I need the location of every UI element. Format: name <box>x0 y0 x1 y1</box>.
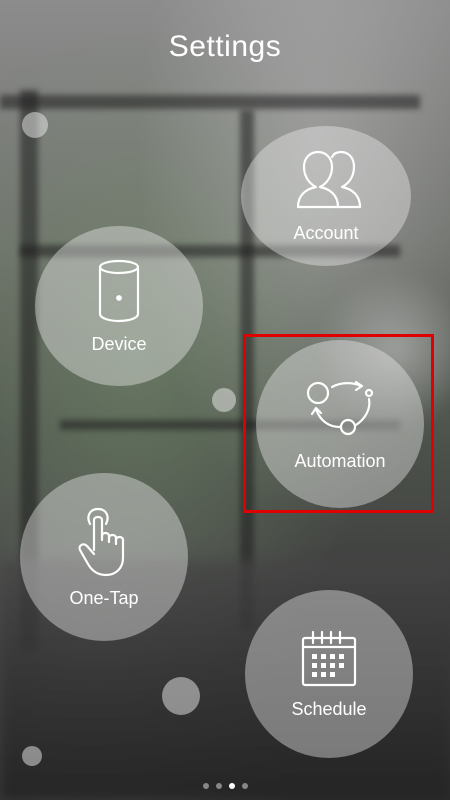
page-dot[interactable] <box>241 783 248 789</box>
users-icon <box>296 150 362 208</box>
one-tap-button[interactable]: One-Tap <box>20 473 188 641</box>
schedule-label: Schedule <box>291 698 367 719</box>
page-dot[interactable] <box>215 783 222 789</box>
page-indicator <box>0 783 450 789</box>
page-title: Settings <box>168 30 282 63</box>
page-dot-active[interactable] <box>228 783 235 789</box>
decorative-dot <box>162 677 200 715</box>
one-tap-label: One-Tap <box>69 587 139 608</box>
automation-cycle-icon <box>306 380 374 435</box>
device-cylinder-icon <box>98 259 140 322</box>
decorative-dot <box>22 746 42 766</box>
calendar-icon <box>301 630 357 686</box>
device-label: Device <box>91 333 147 354</box>
tap-hand-icon <box>78 507 125 576</box>
schedule-button[interactable]: Schedule <box>245 590 413 758</box>
page-dot[interactable] <box>202 783 209 789</box>
decorative-dot <box>22 112 48 138</box>
decorative-dot <box>212 388 236 412</box>
account-button[interactable]: Account <box>241 126 411 266</box>
automation-button[interactable]: Automation <box>256 340 424 508</box>
account-label: Account <box>293 222 359 243</box>
automation-label: Automation <box>294 450 386 471</box>
device-button[interactable]: Device <box>35 226 203 386</box>
